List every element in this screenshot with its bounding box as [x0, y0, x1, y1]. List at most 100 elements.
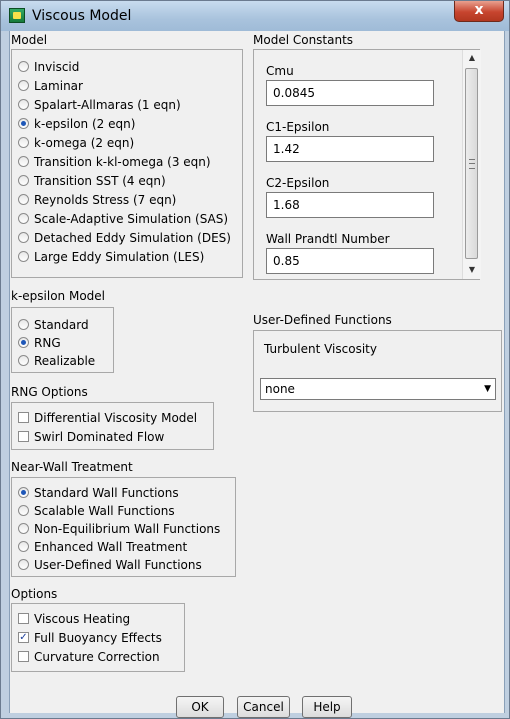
radio-button[interactable] [18, 61, 29, 72]
c1-epsilon-input[interactable]: 1.42 [266, 136, 434, 162]
radio-button[interactable] [18, 523, 29, 534]
window-title: Viscous Model [32, 8, 132, 24]
rng-option-label: Swirl Dominated Flow [34, 429, 165, 444]
radio-button[interactable] [18, 319, 29, 330]
checkbox-checked[interactable]: ✓ [18, 632, 29, 643]
near-wall-option-user-defined[interactable]: User-Defined Wall Functions [18, 556, 202, 573]
radio-button[interactable] [18, 137, 29, 148]
user-defined-functions-group: Turbulent Viscosity none ▼ [253, 330, 502, 412]
radio-button-selected[interactable] [18, 118, 29, 129]
cancel-button[interactable]: Cancel [237, 696, 290, 718]
radio-button-selected[interactable] [18, 337, 29, 348]
radio-button[interactable] [18, 175, 29, 186]
model-option-label: Large Eddy Simulation (LES) [34, 249, 205, 264]
near-wall-option-standard[interactable]: Standard Wall Functions [18, 484, 179, 501]
ok-button[interactable]: OK [176, 696, 224, 718]
model-option-label: Reynolds Stress (7 eqn) [34, 192, 177, 207]
turbulent-viscosity-select[interactable]: none ▼ [260, 378, 496, 400]
rng-option-swirl-dominated[interactable]: Swirl Dominated Flow [18, 428, 164, 445]
scroll-up-icon[interactable]: ▲ [463, 50, 481, 66]
radio-button[interactable] [18, 505, 29, 516]
radio-button[interactable] [18, 99, 29, 110]
checkbox[interactable] [18, 613, 29, 624]
option-curvature-correction[interactable]: Curvature Correction [18, 648, 160, 665]
option-full-buoyancy-effects[interactable]: ✓ Full Buoyancy Effects [18, 629, 162, 646]
k-epsilon-option-label: Realizable [34, 353, 96, 368]
near-wall-option-non-equilibrium[interactable]: Non-Equilibrium Wall Functions [18, 520, 220, 537]
model-option-inviscid[interactable]: Inviscid [18, 58, 79, 75]
radio-button[interactable] [18, 355, 29, 366]
radio-button[interactable] [18, 559, 29, 570]
model-constants-label: Model Constants [253, 33, 354, 47]
radio-button[interactable] [18, 156, 29, 167]
radio-button[interactable] [18, 541, 29, 552]
model-option-label: Transition k-kl-omega (3 eqn) [34, 154, 211, 169]
c2-epsilon-input[interactable]: 1.68 [266, 192, 434, 218]
k-epsilon-model-label: k-epsilon Model [11, 289, 105, 303]
model-option-des[interactable]: Detached Eddy Simulation (DES) [18, 229, 231, 246]
checkbox[interactable] [18, 412, 29, 423]
model-option-spalart-allmaras[interactable]: Spalart-Allmaras (1 eqn) [18, 96, 181, 113]
model-option-label: Detached Eddy Simulation (DES) [34, 230, 231, 245]
k-epsilon-option-label: RNG [34, 335, 61, 350]
model-option-label: k-epsilon (2 eqn) [34, 116, 136, 131]
turbulent-viscosity-value: none [265, 382, 295, 396]
model-constants-panel: Cmu 0.0845 C1-Epsilon 1.42 C2-Epsilon 1.… [253, 49, 481, 280]
rng-options-label: RNG Options [11, 385, 88, 399]
k-epsilon-option-realizable[interactable]: Realizable [18, 352, 95, 369]
radio-button[interactable] [18, 232, 29, 243]
model-option-laminar[interactable]: Laminar [18, 77, 83, 94]
model-option-label: Scale-Adaptive Simulation (SAS) [34, 211, 229, 226]
checkbox[interactable] [18, 431, 29, 442]
k-epsilon-option-rng[interactable]: RNG [18, 334, 61, 351]
rng-option-label: Differential Viscosity Model [34, 410, 198, 425]
model-group: Inviscid Laminar Spalart-Allmaras (1 eqn… [11, 49, 243, 278]
k-epsilon-model-group: Standard RNG Realizable [11, 307, 114, 373]
k-epsilon-option-standard[interactable]: Standard [18, 316, 89, 333]
near-wall-option-scalable[interactable]: Scalable Wall Functions [18, 502, 175, 519]
model-option-reynolds-stress[interactable]: Reynolds Stress (7 eqn) [18, 191, 176, 208]
checkbox[interactable] [18, 651, 29, 662]
near-wall-option-enhanced[interactable]: Enhanced Wall Treatment [18, 538, 187, 555]
near-wall-option-label: Standard Wall Functions [34, 485, 179, 500]
grip-icon [469, 159, 475, 169]
app-icon [9, 8, 25, 23]
option-label: Viscous Heating [34, 611, 131, 626]
wall-prandtl-number-label: Wall Prandtl Number [266, 232, 390, 246]
model-option-transition-k-kl-omega[interactable]: Transition k-kl-omega (3 eqn) [18, 153, 211, 170]
radio-button[interactable] [18, 80, 29, 91]
model-option-label: Transition SST (4 eqn) [34, 173, 166, 188]
model-option-les[interactable]: Large Eddy Simulation (LES) [18, 248, 204, 265]
model-option-transition-sst[interactable]: Transition SST (4 eqn) [18, 172, 166, 189]
model-option-k-omega[interactable]: k-omega (2 eqn) [18, 134, 134, 151]
dropdown-arrow-icon[interactable]: ▼ [484, 379, 491, 399]
radio-button[interactable] [18, 194, 29, 205]
rng-options-group: Differential Viscosity Model Swirl Domin… [11, 402, 214, 450]
model-option-label: k-omega (2 eqn) [34, 135, 135, 150]
near-wall-option-label: Non-Equilibrium Wall Functions [34, 521, 221, 536]
c2-epsilon-label: C2-Epsilon [266, 176, 330, 190]
radio-button-selected[interactable] [18, 487, 29, 498]
option-label: Curvature Correction [34, 649, 160, 664]
near-wall-option-label: Enhanced Wall Treatment [34, 539, 188, 554]
option-viscous-heating[interactable]: Viscous Heating [18, 610, 130, 627]
radio-button[interactable] [18, 213, 29, 224]
scroll-thumb[interactable] [465, 68, 478, 259]
cmu-label: Cmu [266, 64, 294, 78]
help-button[interactable]: Help [302, 696, 352, 718]
wall-prandtl-number-input[interactable]: 0.85 [266, 248, 434, 274]
model-option-label: Inviscid [34, 59, 80, 74]
close-button[interactable]: x [454, 1, 504, 22]
constants-scrollbar[interactable]: ▲ ▼ [462, 50, 481, 279]
rng-option-differential-viscosity[interactable]: Differential Viscosity Model [18, 409, 197, 426]
cmu-input[interactable]: 0.0845 [266, 80, 434, 106]
model-option-sas[interactable]: Scale-Adaptive Simulation (SAS) [18, 210, 228, 227]
radio-button[interactable] [18, 251, 29, 262]
model-option-label: Spalart-Allmaras (1 eqn) [34, 97, 181, 112]
near-wall-option-label: User-Defined Wall Functions [34, 557, 202, 572]
k-epsilon-option-label: Standard [34, 317, 89, 332]
title-bar[interactable]: Viscous Model x [1, 1, 509, 31]
model-option-k-epsilon[interactable]: k-epsilon (2 eqn) [18, 115, 135, 132]
scroll-down-icon[interactable]: ▼ [463, 262, 481, 278]
model-label: Model [11, 33, 48, 47]
